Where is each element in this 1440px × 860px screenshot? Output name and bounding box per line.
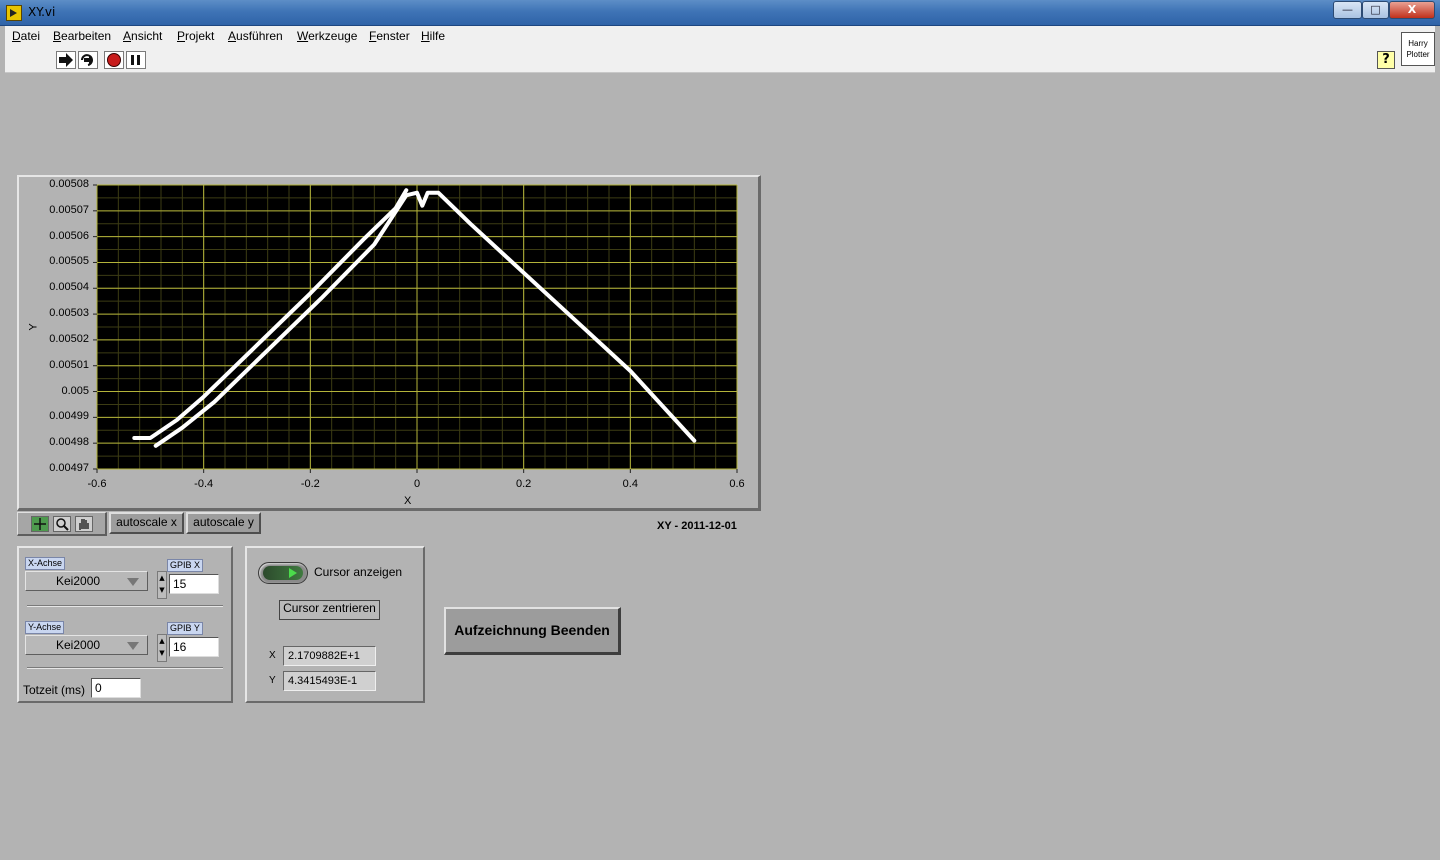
x-tick-label: 0.6	[729, 478, 745, 490]
x-tick-label: -0.6	[87, 478, 107, 490]
cursor-y-value: 4.3415493E-1	[283, 671, 376, 691]
y-axis-source-label: Y-Achse	[25, 621, 65, 634]
minimize-button[interactable]: —	[1333, 1, 1362, 19]
deadtime-label: Totzeit (ms)	[23, 683, 86, 697]
vi-icon-line1: Harry	[1408, 39, 1428, 48]
maximize-button[interactable]: □	[1362, 1, 1389, 19]
x-axis-source-value: Kei2000	[56, 574, 101, 588]
cursor-crosshair-icon[interactable]	[31, 516, 49, 532]
y-tick-label: 0.00507	[49, 203, 89, 216]
y-axis-title: Y	[27, 323, 40, 331]
chevron-down-icon	[127, 642, 139, 650]
gpib-x-label: GPIB X	[167, 559, 204, 572]
x-axis-source-select[interactable]: Kei2000	[25, 571, 148, 591]
vi-icon-line2: Plotter	[1406, 50, 1430, 59]
x-tick-label: 0.4	[622, 478, 638, 490]
y-tick-label: 0.00506	[49, 229, 89, 242]
chevron-down-icon	[127, 578, 139, 586]
cursor-x-label: X	[269, 650, 276, 661]
gpib-y-field[interactable]: 16	[169, 637, 219, 657]
cursor-toggle[interactable]	[258, 562, 308, 584]
y-tick-label: 0.00504	[49, 281, 89, 294]
center-cursor-button[interactable]: Cursor zentrieren	[279, 600, 380, 620]
x-tick-label: -0.4	[194, 478, 214, 490]
context-help-button[interactable]: ?	[1377, 51, 1395, 69]
y-tick-label: 0.00508	[49, 178, 89, 190]
y-tick-label: 0.00499	[49, 410, 89, 423]
deadtime-field[interactable]: 0	[91, 678, 141, 698]
vi-icon: Harry Plotter	[1401, 32, 1435, 66]
y-tick-label: 0.00502	[49, 332, 89, 345]
y-tick-label: 0.00503	[49, 307, 89, 320]
gpib-x-stepper[interactable]: ▲ ▼	[157, 571, 167, 599]
autoscale-x-button[interactable]: autoscale x	[109, 512, 184, 534]
y-tick-label: 0.00497	[49, 462, 89, 474]
gpib-y-stepper[interactable]: ▲ ▼	[157, 634, 167, 662]
graph-caption: XY - 2011-12-01	[657, 520, 737, 532]
cursor-y-label: Y	[269, 675, 276, 686]
y-tick-label: 0.00501	[49, 358, 89, 371]
x-axis-source-label: X-Achse	[25, 557, 66, 570]
x-axis-title: X	[404, 495, 412, 507]
cursor-toggle-label: Cursor anzeigen	[314, 565, 403, 579]
y-tick-label: 0.00505	[49, 255, 89, 268]
gpib-y-label: GPIB Y	[167, 622, 203, 635]
xy-graph[interactable]	[0, 0, 800, 520]
y-axis-source-select[interactable]: Kei2000	[25, 635, 148, 655]
autoscale-y-button[interactable]: autoscale y	[186, 512, 261, 534]
x-tick-label: -0.2	[300, 478, 320, 490]
toggle-led-icon	[263, 566, 303, 580]
x-tick-label: 0	[413, 478, 421, 490]
pan-hand-icon[interactable]	[75, 516, 93, 532]
zoom-icon[interactable]	[53, 516, 71, 532]
y-axis-source-value: Kei2000	[56, 638, 101, 652]
y-tick-label: 0.005	[61, 384, 89, 397]
close-button[interactable]: X	[1389, 1, 1435, 19]
separator	[27, 667, 223, 669]
separator	[27, 605, 223, 607]
stop-recording-button[interactable]: Aufzeichnung Beenden	[444, 607, 621, 655]
y-tick-label: 0.00498	[49, 436, 89, 449]
graph-palette	[17, 512, 107, 536]
x-tick-label: 0.2	[516, 478, 532, 490]
gpib-x-field[interactable]: 15	[169, 574, 219, 594]
cursor-x-value: 2.1709882E+1	[283, 646, 376, 666]
